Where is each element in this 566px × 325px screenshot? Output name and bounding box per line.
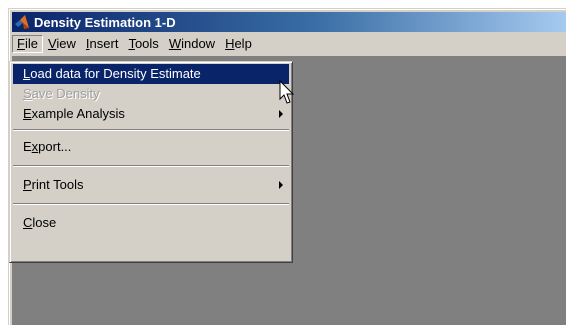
menu-bar: File View Insert Tools Window Help (12, 34, 566, 54)
menu-item-save-density: Save Density (23, 86, 100, 101)
window-title: Density Estimation 1-D (34, 14, 176, 30)
menu-file[interactable]: File (12, 35, 43, 53)
menu-item-export[interactable]: Export... (13, 137, 289, 157)
menu-view[interactable]: View (43, 35, 81, 53)
menu-window[interactable]: Window (164, 35, 220, 53)
menu-item-load-data[interactable]: Load data for Density Estimate (13, 64, 289, 84)
menu-help[interactable]: Help (220, 35, 257, 53)
title-bar[interactable]: Density Estimation 1-D (12, 12, 566, 32)
menu-separator (13, 165, 289, 167)
menu-tools[interactable]: Tools (123, 35, 163, 53)
menu-item-close[interactable]: Close (13, 213, 289, 233)
file-menu-dropdown: Load data for Density Estimate Save Dens… (9, 61, 293, 263)
menu-insert[interactable]: Insert (81, 35, 124, 53)
matlab-logo-icon (15, 15, 29, 29)
submenu-arrow-icon (279, 110, 283, 118)
menu-separator (13, 129, 289, 131)
menu-item-print-tools[interactable]: Print Tools (13, 175, 289, 195)
menu-item-example-analysis[interactable]: Example Analysis (13, 104, 289, 124)
menu-separator (13, 203, 289, 205)
mouse-pointer-icon (279, 80, 295, 104)
submenu-arrow-icon (279, 181, 283, 189)
